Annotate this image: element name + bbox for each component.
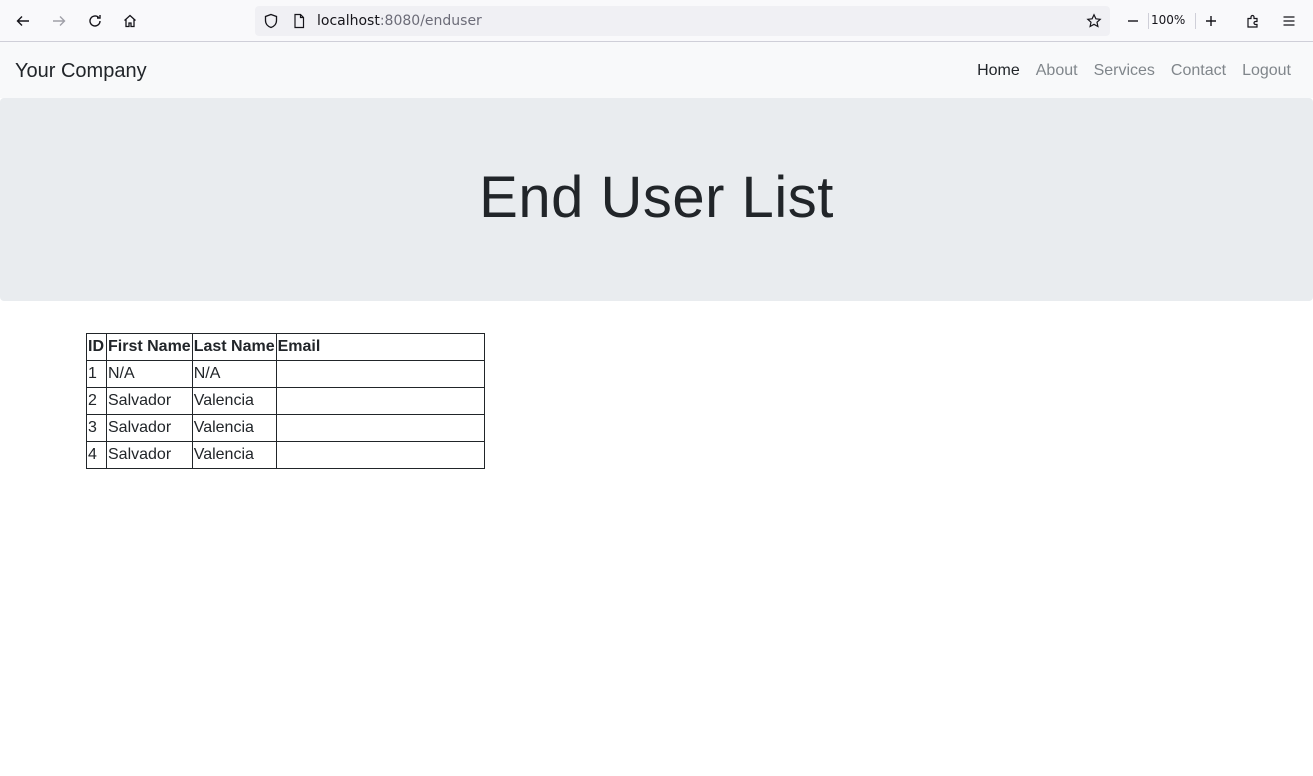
star-icon[interactable] [1080, 7, 1108, 35]
table-row: 1 N/A N/A [86, 360, 485, 388]
cell-id: 2 [86, 387, 107, 415]
address-bar[interactable]: localhost:8080/enduser [255, 6, 1110, 36]
nav-link-contact[interactable]: Contact [1163, 62, 1234, 80]
cell-email [275, 414, 485, 442]
zoom-level[interactable]: 100% [1151, 13, 1185, 27]
separator [1148, 13, 1149, 29]
brand-link[interactable]: Your Company [15, 60, 147, 83]
cell-last-name: Valencia [191, 441, 277, 469]
site-navbar: Your Company Home About Services Contact… [0, 42, 1313, 98]
table-header-row: ID First Name Last Name Email [86, 333, 485, 361]
cell-email [275, 387, 485, 415]
nav-links: Home About Services Contact Logout [969, 62, 1299, 80]
browser-toolbar: localhost:8080/enduser 100% [0, 0, 1313, 42]
zoom-in-icon[interactable] [1197, 7, 1225, 35]
zoom-out-icon[interactable] [1119, 7, 1147, 35]
cell-last-name: Valencia [191, 387, 277, 415]
nav-link-logout[interactable]: Logout [1234, 62, 1299, 80]
separator [1195, 13, 1196, 29]
column-header-first-name: First Name [106, 333, 193, 361]
cell-last-name: Valencia [191, 414, 277, 442]
forward-arrow-icon[interactable] [45, 7, 73, 35]
url-host: localhost [317, 13, 380, 29]
page-title: End User List [479, 165, 834, 230]
shield-icon[interactable] [257, 7, 285, 35]
url-path: :8080/enduser [379, 13, 482, 29]
end-user-table: ID First Name Last Name Email 1 N/A N/A … [86, 333, 485, 469]
column-header-email: Email [275, 333, 485, 361]
nav-link-services[interactable]: Services [1086, 62, 1163, 80]
back-arrow-icon[interactable] [9, 7, 37, 35]
table-row: 2 Salvador Valencia [86, 387, 485, 415]
cell-email [275, 441, 485, 469]
url-text[interactable]: localhost:8080/enduser [317, 13, 482, 29]
nav-link-about[interactable]: About [1028, 62, 1086, 80]
jumbotron: End User List [0, 98, 1313, 301]
cell-first-name: Salvador [106, 387, 193, 415]
table-row: 4 Salvador Valencia [86, 441, 485, 469]
column-header-id: ID [86, 333, 107, 361]
cell-last-name: N/A [191, 360, 277, 388]
cell-email [275, 360, 485, 388]
column-header-last-name: Last Name [191, 333, 277, 361]
cell-first-name: Salvador [106, 441, 193, 469]
cell-first-name: N/A [106, 360, 193, 388]
menu-icon[interactable] [1275, 7, 1303, 35]
cell-first-name: Salvador [106, 414, 193, 442]
home-icon[interactable] [116, 7, 144, 35]
cell-id: 1 [86, 360, 107, 388]
page-icon [285, 7, 313, 35]
cell-id: 3 [86, 414, 107, 442]
nav-link-home[interactable]: Home [969, 62, 1028, 80]
table-row: 3 Salvador Valencia [86, 414, 485, 442]
cell-id: 4 [86, 441, 107, 469]
extensions-icon[interactable] [1239, 7, 1267, 35]
reload-icon[interactable] [81, 7, 109, 35]
